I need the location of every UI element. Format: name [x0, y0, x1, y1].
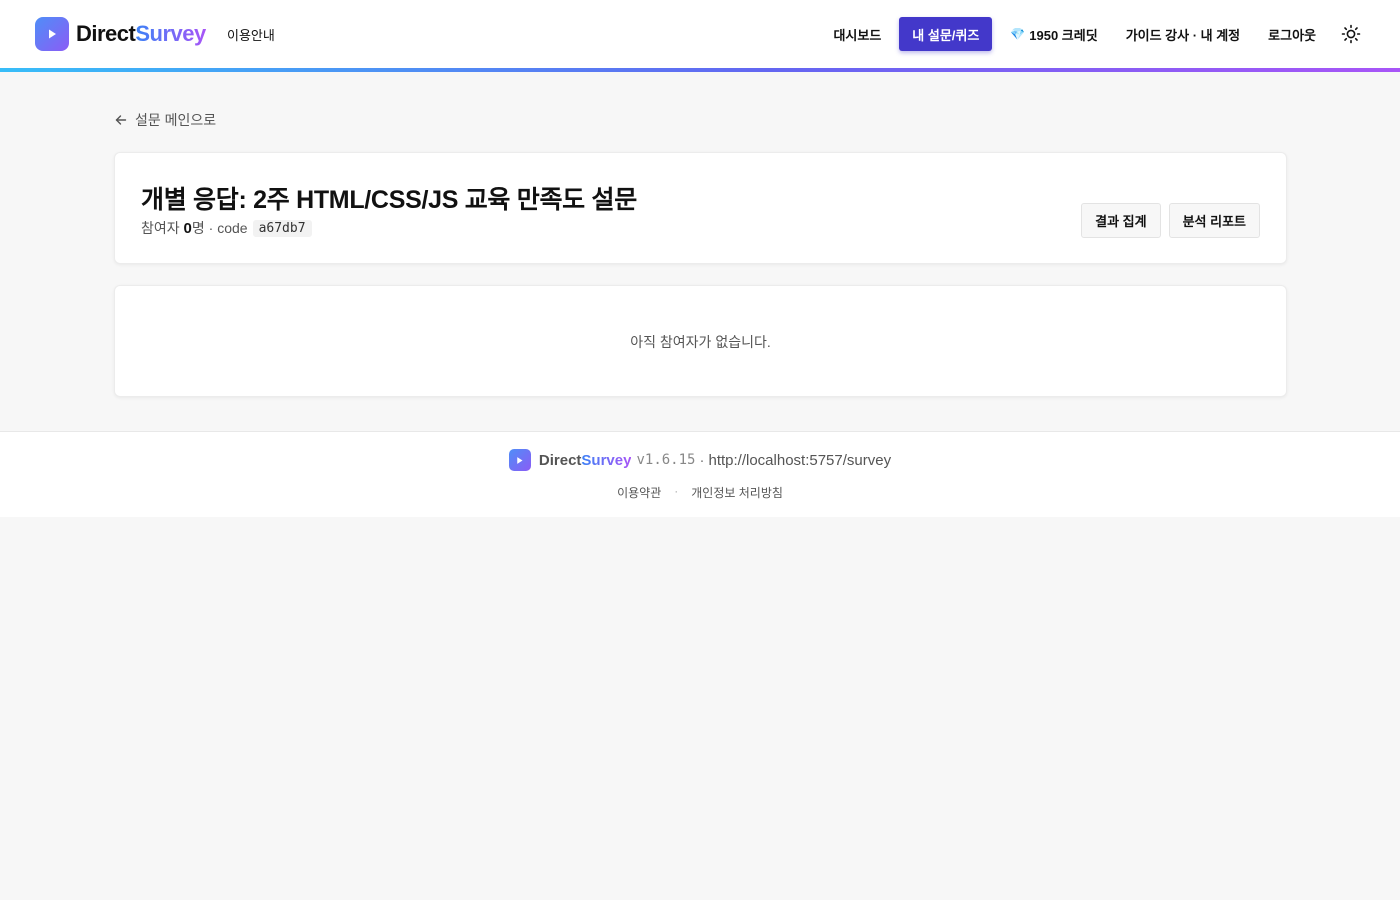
- survey-meta: 참여자 0명 · code a67db7: [141, 218, 312, 238]
- aggregate-results-button[interactable]: 결과 집계: [1081, 203, 1161, 238]
- survey-header-card: 개별 응답: 2주 HTML/CSS/JS 교육 만족도 설문 참여자 0명 ·…: [114, 152, 1287, 264]
- credits-label: 1950 크레딧: [1029, 27, 1098, 43]
- footer-brand-name: DirectSurvey: [539, 452, 632, 469]
- footer-brand-survey: Survey: [581, 451, 632, 469]
- top-navigation-bar: DirectSurvey 이용안내 대시보드 내 설문/퀴즈 💎 1950 크레…: [0, 0, 1400, 68]
- brand-name-direct: Direct: [76, 21, 136, 46]
- footer-url: http://localhost:5757/survey: [708, 451, 892, 469]
- brand-logo-link[interactable]: DirectSurvey: [35, 17, 206, 51]
- brand-name: DirectSurvey: [76, 21, 206, 47]
- page-title: 개별 응답: 2주 HTML/CSS/JS 교육 만족도 설문: [141, 186, 637, 214]
- arrow-left-icon: [115, 114, 127, 126]
- participants-prefix: 참여자: [141, 220, 180, 236]
- app-version: v1.6.15: [636, 452, 696, 468]
- footer-separator: ·: [699, 451, 705, 469]
- footer-links: 이용약관 · 개인정보 처리방침: [0, 484, 1400, 501]
- sun-icon: [1341, 24, 1361, 44]
- analysis-report-button[interactable]: 분석 리포트: [1168, 203, 1260, 238]
- theme-toggle-button[interactable]: [1334, 17, 1368, 51]
- participants-count: 0: [183, 219, 192, 237]
- back-link-label: 설문 메인으로: [135, 112, 217, 128]
- play-logo-icon: [35, 17, 69, 51]
- nav-account-link[interactable]: 가이드 강사 · 내 계정: [1112, 17, 1254, 51]
- empty-state-message: 아직 참여자가 없습니다.: [630, 334, 771, 350]
- nav-my-surveys-link[interactable]: 내 설문/퀴즈: [899, 17, 993, 51]
- nav-credits-link[interactable]: 💎 1950 크레딧: [996, 17, 1111, 51]
- terms-link[interactable]: 이용약관: [617, 484, 661, 501]
- brand-name-survey: Survey: [135, 21, 206, 46]
- logout-button[interactable]: 로그아웃: [1254, 17, 1330, 51]
- privacy-policy-link[interactable]: 개인정보 처리방침: [691, 484, 783, 501]
- footer-brand-direct: Direct: [538, 451, 582, 469]
- footer: DirectSurvey v1.6.15 · http://localhost:…: [0, 431, 1400, 517]
- nav-guide-link[interactable]: 이용안내: [227, 25, 275, 44]
- header-accent-line: [0, 68, 1400, 72]
- footer-info: DirectSurvey v1.6.15 · http://localhost:…: [0, 449, 1400, 471]
- responses-card: 아직 참여자가 없습니다.: [114, 285, 1287, 397]
- footer-play-logo-icon: [508, 449, 531, 471]
- nav-menu: 대시보드 내 설문/퀴즈 💎 1950 크레딧 가이드 강사 · 내 계정 로그…: [819, 17, 1368, 51]
- survey-code-badge: a67db7: [252, 219, 312, 237]
- back-to-survey-main-link[interactable]: 설문 메인으로: [115, 110, 216, 130]
- participants-suffix: 명 · code: [191, 220, 248, 236]
- footer-links-separator: ·: [674, 484, 679, 498]
- nav-dashboard-link[interactable]: 대시보드: [819, 17, 895, 51]
- survey-action-buttons: 결과 집계 분석 리포트: [1073, 203, 1260, 238]
- gem-icon: 💎: [1010, 27, 1026, 41]
